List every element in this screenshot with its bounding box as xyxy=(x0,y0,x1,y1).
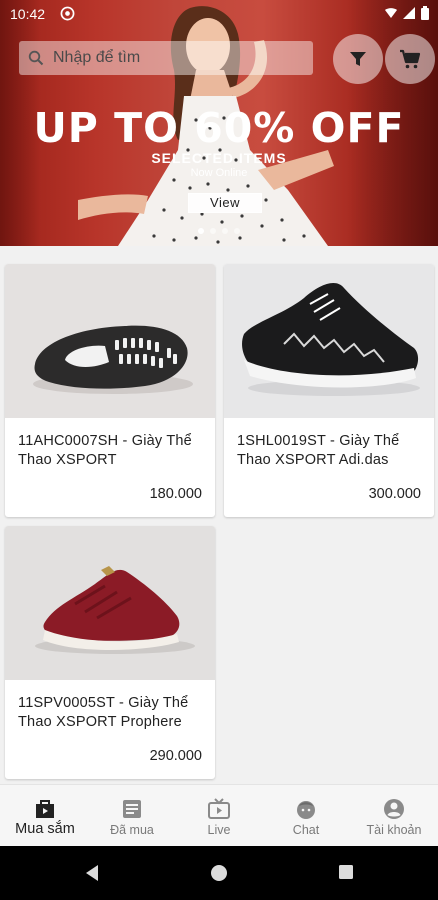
search-input[interactable] xyxy=(53,41,303,75)
nav-label: Chat xyxy=(292,823,320,837)
product-name: 1SHL0019ST - Giày Thể Thao XSPORT Adi.da… xyxy=(237,433,400,468)
nav-label: Mua sắm xyxy=(15,821,75,837)
status-indicators xyxy=(384,6,430,20)
shopping-cart-icon xyxy=(400,49,421,69)
nav-label: Đã mua xyxy=(110,823,154,837)
banner-tagline: Now Online xyxy=(190,167,248,179)
product-name: 11SPV0005ST - Giày Thể Thao XSPORT Proph… xyxy=(18,695,189,730)
product-price: 300.000 xyxy=(368,486,421,502)
filter-button[interactable] xyxy=(333,34,383,84)
product-image xyxy=(5,526,215,680)
product-card[interactable]: 11AHC0007SH - Giày Thể Thao XSPORT 180.0… xyxy=(5,264,215,517)
banner-subline: SELECTED ITEMS xyxy=(151,150,287,166)
product-card[interactable]: 1SHL0019ST - Giày Thể Thao XSPORT Adi.da… xyxy=(224,264,434,517)
carousel-dot[interactable] xyxy=(234,228,240,234)
carousel-dot[interactable] xyxy=(198,228,204,234)
nav-item-purchased[interactable]: Đã mua xyxy=(88,785,176,847)
status-bar: 10:42 xyxy=(0,0,438,28)
account-icon xyxy=(384,799,404,819)
filter-icon xyxy=(350,52,366,66)
app-notification-icon xyxy=(60,6,75,21)
shopping-bag-icon xyxy=(36,800,54,818)
search-bar[interactable] xyxy=(19,41,313,75)
search-icon xyxy=(28,50,44,66)
promo-banner[interactable]: UP TO 60% OFF SELECTED ITEMS Now Online … xyxy=(0,0,438,246)
signal-icon xyxy=(403,7,415,19)
nav-item-chat[interactable]: Chat xyxy=(262,785,350,847)
product-card[interactable]: 11SPV0005ST - Giày Thể Thao XSPORT Proph… xyxy=(5,526,215,779)
recents-icon[interactable] xyxy=(338,864,354,880)
status-time: 10:42 xyxy=(10,6,46,22)
nav-item-shopping[interactable]: Mua sắm xyxy=(0,785,90,847)
carousel-dot[interactable] xyxy=(210,228,216,234)
nav-item-live[interactable]: Live xyxy=(176,785,262,847)
product-name: 11AHC0007SH - Giày Thể Thao XSPORT xyxy=(18,433,192,468)
nav-label: Live xyxy=(207,823,231,837)
carousel-dot[interactable] xyxy=(222,228,228,234)
battery-icon xyxy=(421,6,429,20)
bottom-navigation: Mua sắm Đã mua Live Chat Tài khoản xyxy=(0,784,438,846)
product-price: 180.000 xyxy=(149,486,202,502)
live-tv-icon xyxy=(208,798,230,819)
product-price: 290.000 xyxy=(149,748,202,764)
receipt-icon xyxy=(123,800,141,818)
product-image xyxy=(224,264,434,418)
wifi-icon xyxy=(385,8,397,18)
product-image xyxy=(5,264,215,418)
system-navigation-bar xyxy=(0,846,438,900)
banner-headline: UP TO 60% OFF xyxy=(33,104,405,152)
nav-label: Tài khoản xyxy=(366,823,422,837)
nav-item-account[interactable]: Tài khoản xyxy=(350,785,438,847)
back-icon[interactable] xyxy=(84,864,100,882)
cart-button[interactable] xyxy=(385,34,435,84)
carousel-indicator[interactable] xyxy=(198,228,240,234)
chat-face-icon xyxy=(297,801,315,819)
home-icon[interactable] xyxy=(210,864,228,882)
banner-view-button[interactable]: View xyxy=(188,193,262,213)
